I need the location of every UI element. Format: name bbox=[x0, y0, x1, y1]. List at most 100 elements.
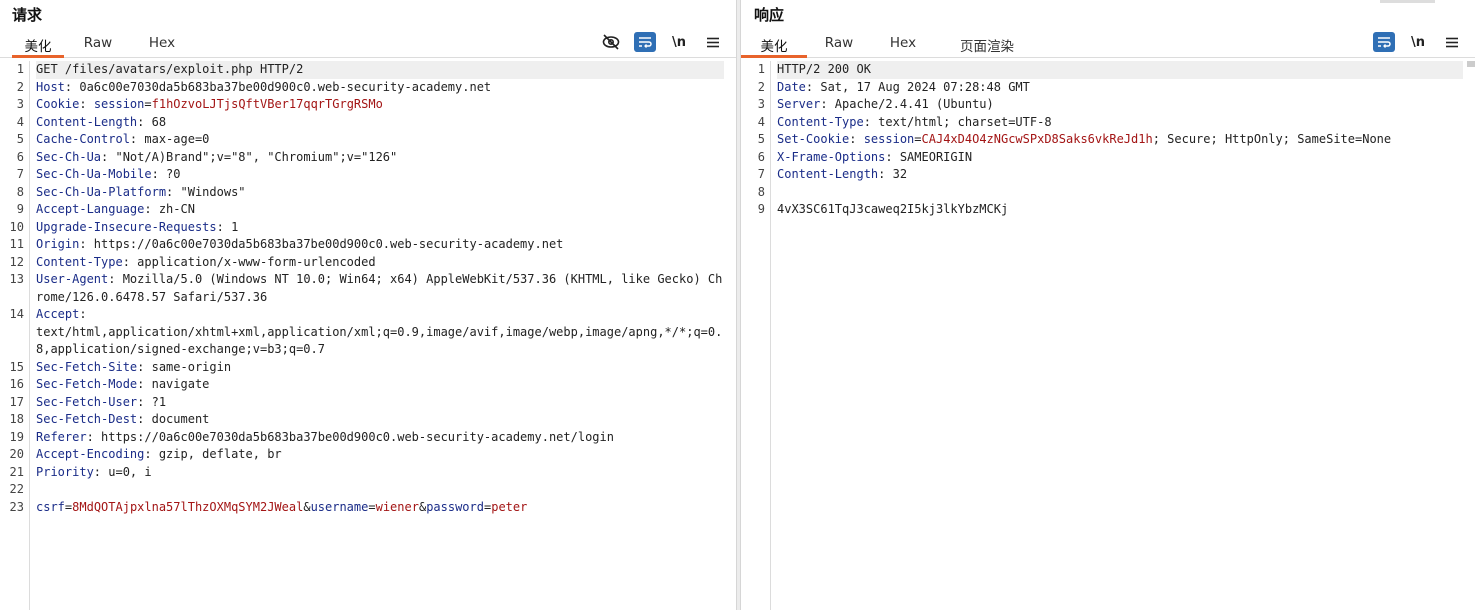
line-number: 18 bbox=[9, 412, 24, 426]
tab-raw[interactable]: Raw bbox=[72, 35, 124, 58]
header-value: : application/x-www-form-urlencoded bbox=[122, 254, 376, 269]
header-value: : 0a6c00e7030da5b683ba37be00d900c0.web-s… bbox=[64, 79, 492, 94]
code-line: 6 X-Frame-Options: SAMEORIGIN bbox=[758, 149, 1463, 167]
request-editor[interactable]: 1 GET /files/avatars/exploit.php HTTP/2 2 H… bbox=[0, 61, 736, 610]
line-number: 3 bbox=[757, 97, 765, 111]
line-number: 11 bbox=[9, 237, 24, 251]
header-name: Content-Type bbox=[36, 254, 123, 269]
code-line: 10 Upgrade-Insecure-Requests: 1 bbox=[10, 219, 724, 237]
header-name: Referer bbox=[36, 429, 87, 444]
line-number: 17 bbox=[9, 394, 24, 409]
tab-hex[interactable]: Hex bbox=[877, 35, 929, 58]
request-toolbar: \n bbox=[600, 32, 724, 52]
header-value: & bbox=[303, 499, 311, 514]
code-line: 5 Set-Cookie: session=CAJ4xD4O4zNGcwSPxD8… bbox=[758, 131, 1463, 149]
line-number: 3 bbox=[16, 97, 24, 111]
line-number: 13 bbox=[9, 272, 24, 286]
code-line: 6 Sec-Ch-Ua: "Not/A)Brand";v="8", "Chromi… bbox=[17, 149, 724, 167]
line-number: 4 bbox=[16, 114, 24, 129]
top-scrollbar[interactable] bbox=[1380, 0, 1435, 3]
code-line: 7 Content-Length: 32 bbox=[758, 166, 1463, 184]
code-line: 1 GET /files/avatars/exploit.php HTTP/2 bbox=[17, 61, 724, 79]
line-number: 23 bbox=[9, 499, 24, 514]
code-line: 3 Server: Apache/2.4.41 (Ubuntu) bbox=[758, 96, 1463, 114]
header-name: Host bbox=[36, 79, 65, 94]
line-number: 6 bbox=[16, 149, 24, 164]
code-line: 3 Cookie: session=f1hOzvoLJTjsQftVBer17qq… bbox=[17, 96, 724, 114]
line-number: 1 bbox=[16, 62, 24, 76]
newline-toggle[interactable]: \n bbox=[1407, 32, 1429, 52]
header-name: Sec-Ch-Ua-Platform bbox=[36, 184, 167, 199]
line-number: 7 bbox=[16, 167, 24, 181]
header-value: : "Not/A)Brand";v="8", "Chromium";v="126… bbox=[101, 149, 398, 164]
header-name: Accept bbox=[36, 307, 80, 321]
header-value: : ?0 bbox=[151, 167, 181, 181]
response-code: 1 HTTP/2 200 OK 2 Date: Sat, 17 Aug 2024 07… bbox=[758, 61, 1463, 219]
wrap-icon[interactable] bbox=[634, 32, 656, 52]
code-line: 18 Sec-Fetch-Dest: document bbox=[10, 411, 724, 429]
line-number: 19 bbox=[9, 429, 24, 444]
line-number: 2 bbox=[16, 79, 24, 94]
header-name: Server bbox=[777, 97, 821, 111]
header-value: = bbox=[368, 499, 376, 514]
tab-pretty-label: 美化 bbox=[760, 39, 788, 55]
code-line: 21 Priority: u=0, i bbox=[10, 464, 724, 482]
header-value: : https://0a6c00e7030da5b683ba37be00d900… bbox=[79, 237, 564, 251]
header-value: peter bbox=[491, 499, 528, 514]
header-value: 4vX3SC61TqJ3caweq2I5kj3lkYbzMCKj bbox=[777, 202, 1009, 216]
response-editor[interactable]: 1 HTTP/2 200 OK 2 Date: Sat, 17 Aug 2024 07… bbox=[741, 61, 1475, 610]
tab-hex-label: Hex bbox=[148, 35, 176, 51]
header-value: 8MdQOTAjpxlna57lThzOXMqSYM2JWeal bbox=[72, 499, 304, 514]
header-value: ; Secure; HttpOnly; SameSite=None bbox=[1152, 132, 1392, 146]
header-name: Sec-Fetch-Dest bbox=[36, 412, 138, 426]
code-line: 2 Date: Sat, 17 Aug 2024 07:28:48 GMT bbox=[758, 79, 1463, 97]
tab-render[interactable]: 页面渲染 bbox=[947, 35, 1027, 58]
header-name: Set-Cookie bbox=[777, 132, 850, 146]
line-number: 22 bbox=[9, 482, 24, 496]
code-line: 20 Accept-Encoding: gzip, deflate, br bbox=[10, 446, 724, 464]
line-number: 8 bbox=[757, 184, 765, 199]
header-value: : bbox=[849, 132, 864, 146]
header-value: : u=0, i bbox=[93, 464, 152, 479]
code-line: 8 bbox=[758, 184, 1463, 202]
header-value: : text/html,application/xhtml+xml,applic… bbox=[36, 307, 723, 356]
tab-pretty[interactable]: 美化 bbox=[741, 35, 807, 58]
header-name: X-Frame-Options bbox=[777, 149, 886, 164]
tab-raw-label: Raw bbox=[83, 35, 113, 51]
header-value: : "Windows" bbox=[166, 184, 246, 199]
response-pane: 响应 美化 Raw Hex 页面渲染 \n 1 HTTP/2 200 OK 2 Dat… bbox=[741, 0, 1475, 610]
tab-raw[interactable]: Raw bbox=[813, 35, 865, 58]
header-value: : Mozilla/5.0 (Windows NT 10.0; Win64; x… bbox=[36, 272, 723, 304]
line-number: 15 bbox=[9, 359, 24, 374]
code-line: 12 Content-Type: application/x-www-form-u… bbox=[10, 254, 724, 272]
line-number: 9 bbox=[757, 202, 765, 216]
code-line: 1 HTTP/2 200 OK bbox=[758, 61, 1463, 79]
code-line: 22 bbox=[10, 481, 724, 499]
code-line: 5 Cache-Control: max-age=0 bbox=[17, 131, 724, 149]
menu-icon[interactable] bbox=[702, 32, 724, 52]
header-value: : https://0a6c00e7030da5b683ba37be00d900… bbox=[86, 429, 614, 444]
eye-off-icon[interactable] bbox=[600, 32, 622, 52]
wrap-icon[interactable] bbox=[1373, 32, 1395, 52]
line-number: 14 bbox=[9, 307, 24, 321]
code-line: 13 User-Agent: Mozilla/5.0 (Windows NT 10… bbox=[10, 271, 724, 306]
menu-icon[interactable] bbox=[1441, 32, 1463, 52]
header-name: username bbox=[310, 499, 369, 514]
newline-toggle[interactable]: \n bbox=[668, 32, 690, 52]
tab-pretty[interactable]: 美化 bbox=[12, 35, 64, 58]
vertical-scrollbar[interactable] bbox=[1467, 61, 1475, 67]
header-name: Sec-Fetch-Site bbox=[36, 359, 138, 374]
header-value: : navigate bbox=[137, 377, 210, 391]
header-value: : document bbox=[137, 412, 210, 426]
header-name: Sec-Fetch-Mode bbox=[36, 377, 138, 391]
line-number: 7 bbox=[757, 167, 765, 181]
header-value: : 1 bbox=[216, 219, 239, 234]
tab-hex[interactable]: Hex bbox=[136, 35, 188, 58]
line-number: 1 bbox=[757, 62, 765, 76]
header-value: wiener bbox=[375, 499, 419, 514]
header-name: session bbox=[93, 97, 145, 111]
header-name: Content-Type bbox=[777, 114, 864, 129]
response-toolbar: \n bbox=[1373, 32, 1463, 52]
code-line: 4 Content-Type: text/html; charset=UTF-8 bbox=[758, 114, 1463, 132]
line-number: 5 bbox=[16, 132, 24, 146]
